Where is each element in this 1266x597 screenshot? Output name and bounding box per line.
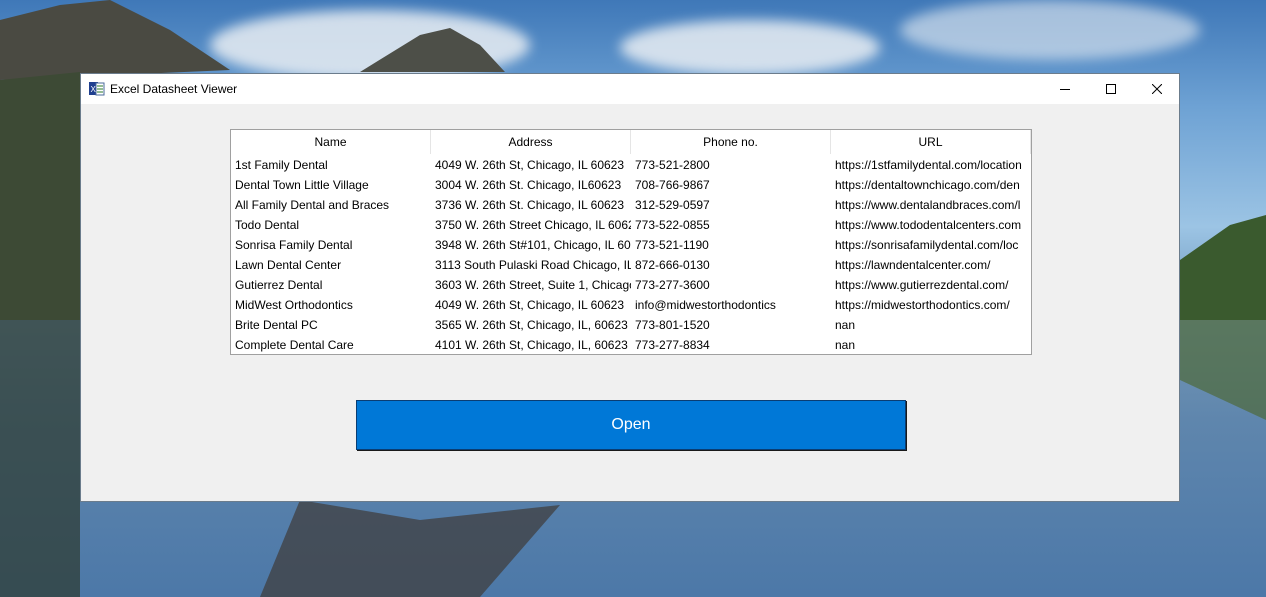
url-cell[interactable]: https://1stfamilydental.com/location: [831, 155, 1031, 175]
url-cell[interactable]: https://www.tododentalcenters.com: [831, 215, 1031, 235]
phone-cell[interactable]: 773-277-8834: [631, 335, 831, 354]
name-cell[interactable]: Complete Dental Care: [231, 335, 431, 354]
name-cell[interactable]: Sonrisa Family Dental: [231, 235, 431, 255]
table-row[interactable]: Brite Dental PC 3565 W. 26th St, Chicago,…: [231, 315, 1031, 335]
title-bar[interactable]: X Excel Datasheet Viewer: [81, 74, 1179, 104]
name-cell[interactable]: 1st Family Dental: [231, 155, 431, 175]
open-button[interactable]: Open: [356, 400, 906, 450]
phone-cell[interactable]: 773-801-1520: [631, 315, 831, 335]
close-button[interactable]: [1134, 74, 1180, 104]
address-cell[interactable]: 4049 W. 26th St, Chicago, IL 60623: [431, 155, 631, 175]
phone-cell[interactable]: 773-521-1190: [631, 235, 831, 255]
name-cell[interactable]: MidWest Orthodontics: [231, 295, 431, 315]
name-cell[interactable]: Brite Dental PC: [231, 315, 431, 335]
url-cell[interactable]: https://www.gutierrezdental.com/: [831, 275, 1031, 295]
address-cell[interactable]: 4101 W. 26th St, Chicago, IL, 60623: [431, 335, 631, 354]
address-cell[interactable]: 3750 W. 26th Street Chicago, IL 60623: [431, 215, 631, 235]
table-row[interactable]: All Family Dental and Braces 3736 W. 26th…: [231, 195, 1031, 215]
table-row[interactable]: Todo Dental 3750 W. 26th Street Chicago, …: [231, 215, 1031, 235]
address-cell[interactable]: 3565 W. 26th St, Chicago, IL, 60623: [431, 315, 631, 335]
column-header-name[interactable]: Name: [231, 130, 431, 154]
table-row[interactable]: 1st Family Dental 4049 W. 26th St, Chicag…: [231, 155, 1031, 175]
address-cell[interactable]: 3004 W. 26th St. Chicago, IL60623: [431, 175, 631, 195]
table-row[interactable]: Dental Town Little Village 3004 W. 26th S…: [231, 175, 1031, 195]
url-cell[interactable]: https://dentaltownchicago.com/den: [831, 175, 1031, 195]
table-header: Name Address Phone no. URL: [231, 130, 1031, 155]
column-header-phone[interactable]: Phone no.: [631, 130, 831, 154]
table-row[interactable]: Sonrisa Family Dental 3948 W. 26th St#101…: [231, 235, 1031, 255]
svg-text:X: X: [91, 85, 97, 94]
phone-cell[interactable]: 773-522-0855: [631, 215, 831, 235]
address-cell[interactable]: 3948 W. 26th St#101, Chicago, IL 606: [431, 235, 631, 255]
url-cell[interactable]: nan: [831, 315, 1031, 335]
url-cell[interactable]: https://sonrisafamilydental.com/loc: [831, 235, 1031, 255]
maximize-button[interactable]: [1088, 74, 1134, 104]
address-cell[interactable]: 3736 W. 26th St. Chicago, IL 60623: [431, 195, 631, 215]
phone-cell[interactable]: 773-521-2800: [631, 155, 831, 175]
minimize-button[interactable]: [1042, 74, 1088, 104]
table-row[interactable]: Gutierrez Dental 3603 W. 26th Street, Sui…: [231, 275, 1031, 295]
excel-app-icon: X: [89, 81, 105, 97]
url-cell[interactable]: nan: [831, 335, 1031, 354]
name-cell[interactable]: Dental Town Little Village: [231, 175, 431, 195]
address-cell[interactable]: 3113 South Pulaski Road Chicago, IL: [431, 255, 631, 275]
phone-cell[interactable]: 312-529-0597: [631, 195, 831, 215]
name-cell[interactable]: Gutierrez Dental: [231, 275, 431, 295]
window-title: Excel Datasheet Viewer: [110, 82, 238, 96]
name-cell[interactable]: Todo Dental: [231, 215, 431, 235]
close-icon: [1152, 84, 1162, 94]
maximize-icon: [1106, 84, 1116, 94]
phone-cell[interactable]: 708-766-9867: [631, 175, 831, 195]
table-row[interactable]: Lawn Dental Center 3113 South Pulaski Roa…: [231, 255, 1031, 275]
url-cell[interactable]: https://lawndentalcenter.com/: [831, 255, 1031, 275]
address-cell[interactable]: 3603 W. 26th Street, Suite 1, Chicago: [431, 275, 631, 295]
table-row[interactable]: MidWest Orthodontics 4049 W. 26th St, Chi…: [231, 295, 1031, 315]
name-cell[interactable]: All Family Dental and Braces: [231, 195, 431, 215]
minimize-icon: [1060, 84, 1070, 94]
url-cell[interactable]: https://www.dentalandbraces.com/l: [831, 195, 1031, 215]
url-cell[interactable]: https://midwestorthodontics.com/: [831, 295, 1031, 315]
main-window: X Excel Datasheet Viewer Name Address Ph…: [80, 73, 1180, 502]
name-cell[interactable]: Lawn Dental Center: [231, 255, 431, 275]
table-row[interactable]: Complete Dental Care 4101 W. 26th St, Chi…: [231, 335, 1031, 354]
column-header-url[interactable]: URL: [831, 130, 1031, 154]
data-table[interactable]: Name Address Phone no. URL 1st Family De…: [230, 129, 1032, 355]
phone-cell[interactable]: 773-277-3600: [631, 275, 831, 295]
phone-cell[interactable]: info@midwestorthodontics: [631, 295, 831, 315]
table-body: 1st Family Dental 4049 W. 26th St, Chicag…: [231, 155, 1031, 354]
address-cell[interactable]: 4049 W. 26th St, Chicago, IL 60623: [431, 295, 631, 315]
phone-cell[interactable]: 872-666-0130: [631, 255, 831, 275]
column-header-address[interactable]: Address: [431, 130, 631, 154]
